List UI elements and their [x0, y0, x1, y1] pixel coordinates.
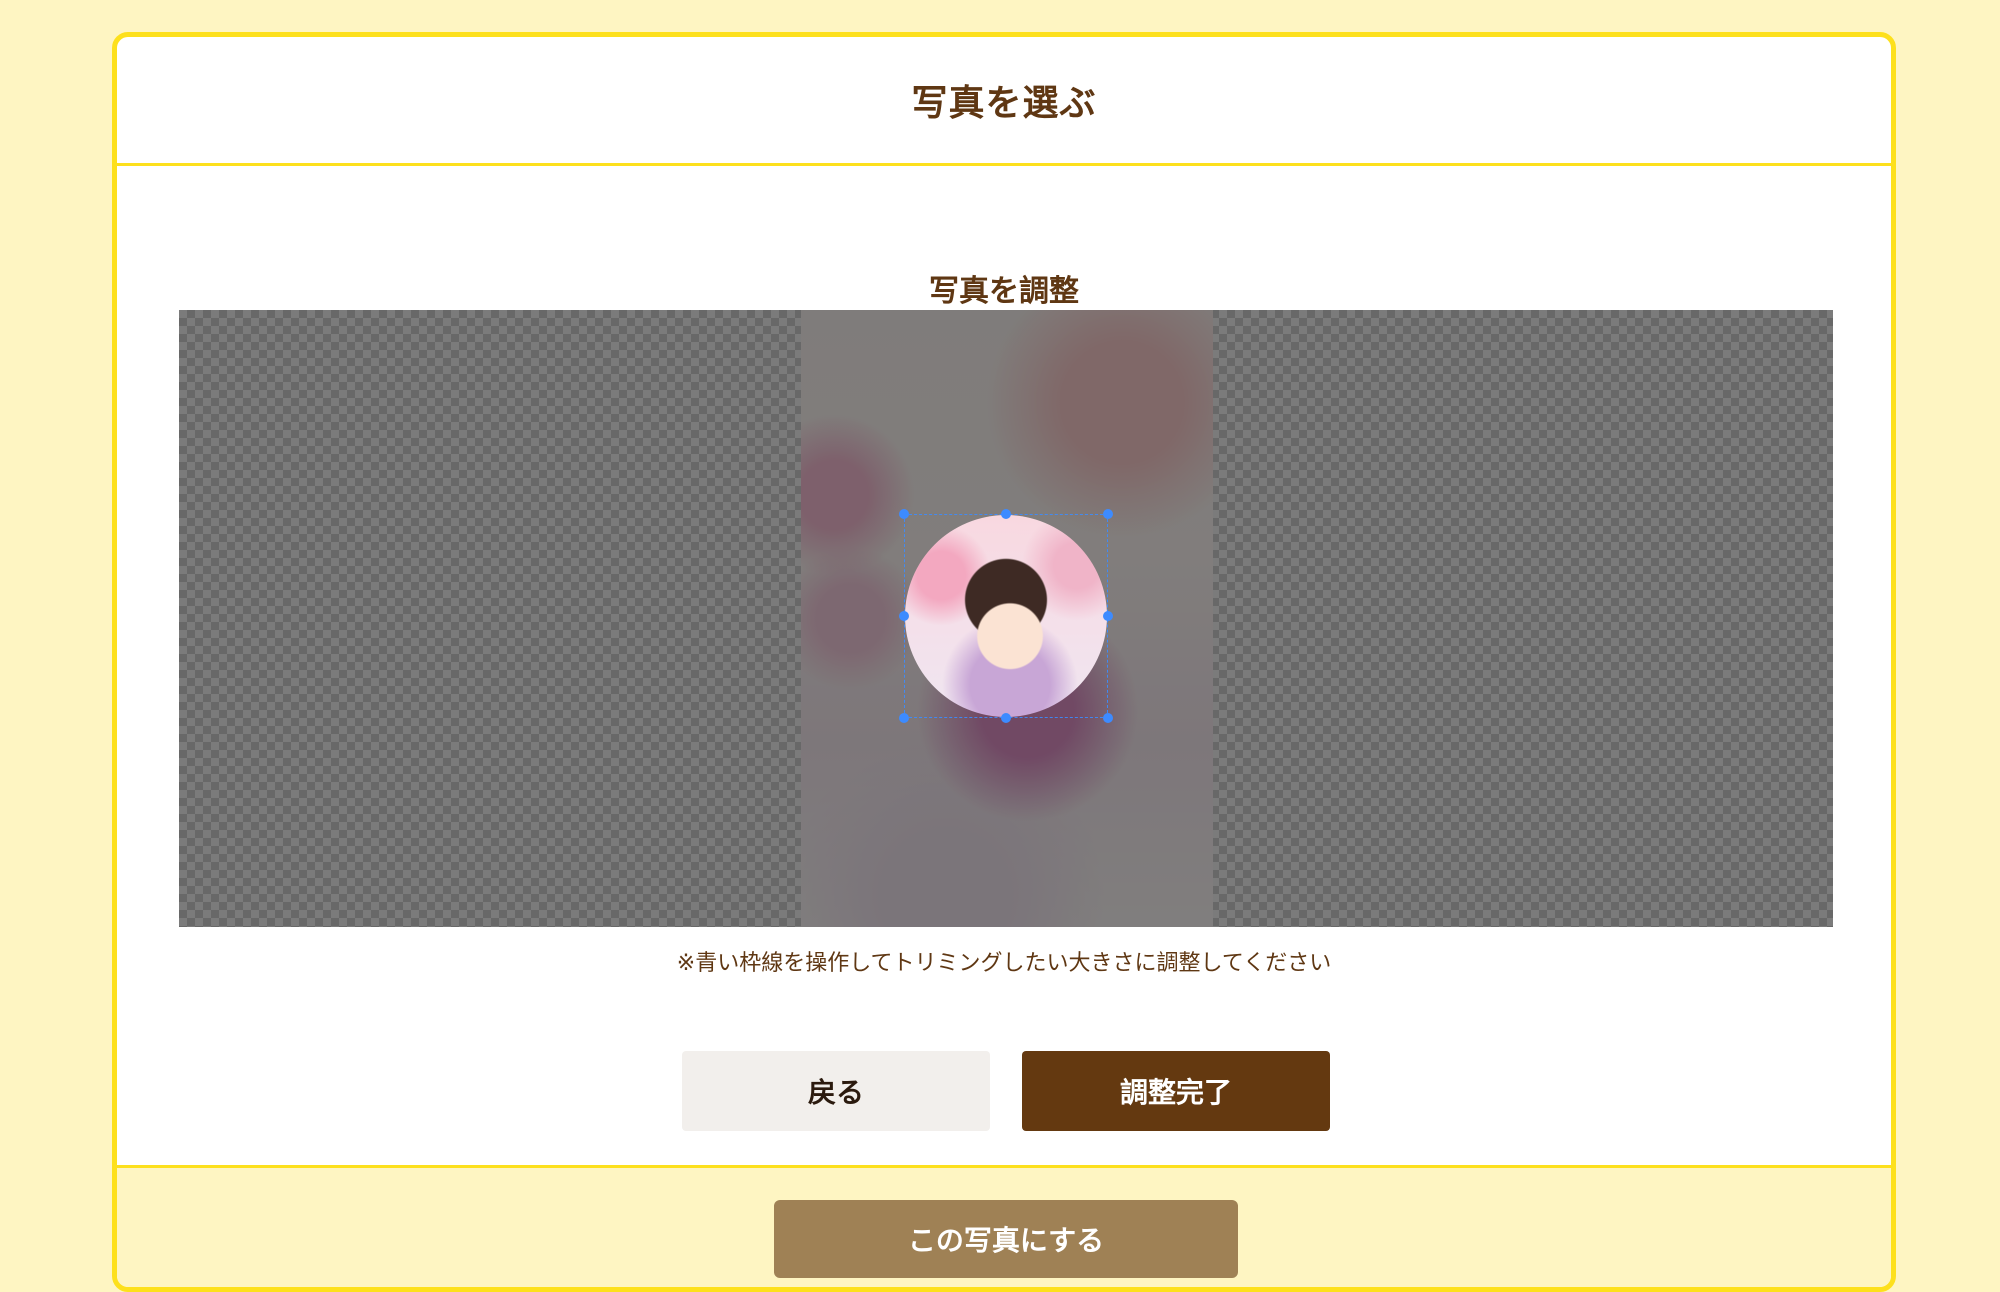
modal-footer: この写真にする: [117, 1165, 1891, 1287]
modal-body: 写真を調整 ※青い枠線を操作してトリミングしたい大きさに調整してください 戻る …: [117, 166, 1891, 1164]
crop-selection-box[interactable]: [904, 514, 1108, 718]
crop-handle-bottom-left[interactable]: [899, 713, 909, 723]
adjust-complete-button[interactable]: 調整完了: [1022, 1051, 1330, 1131]
use-this-photo-button[interactable]: この写真にする: [774, 1200, 1238, 1278]
back-button[interactable]: 戻る: [682, 1051, 990, 1131]
crop-handle-top-left[interactable]: [899, 509, 909, 519]
photo-select-modal: 写真を選ぶ 写真を調整 ※青い枠線を操作してトリミングしたい大きさに調整してくだ…: [112, 32, 1896, 1292]
crop-handle-bottom-right[interactable]: [1103, 713, 1113, 723]
crop-preview-circle: [905, 515, 1107, 717]
crop-instruction: ※青い枠線を操作してトリミングしたい大きさに調整してください: [676, 951, 1332, 976]
modal-header: 写真を選ぶ: [117, 37, 1891, 166]
crop-handle-bottom[interactable]: [1001, 713, 1011, 723]
crop-handle-left[interactable]: [899, 611, 909, 621]
modal-title: 写真を選ぶ: [911, 83, 1097, 124]
crop-handle-top[interactable]: [1001, 509, 1011, 519]
section-title: 写真を調整: [929, 274, 1079, 309]
crop-handle-right[interactable]: [1103, 611, 1113, 621]
crop-handle-top-right[interactable]: [1103, 509, 1113, 519]
crop-canvas[interactable]: [179, 310, 1833, 927]
